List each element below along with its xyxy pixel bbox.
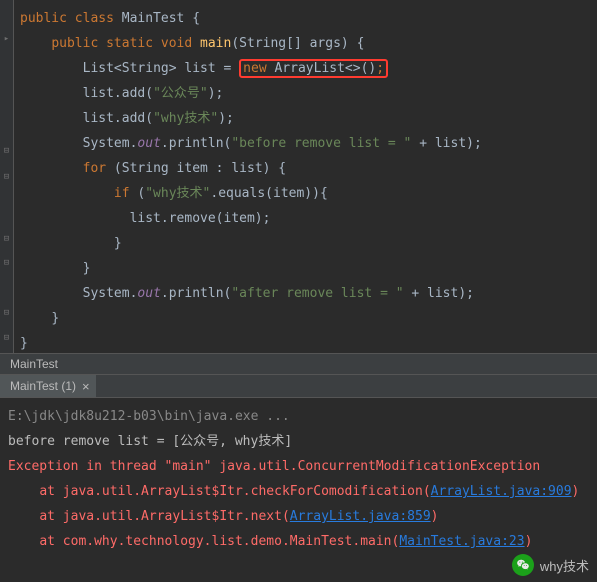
exception-line: Exception in thread "main" java.util.Con… bbox=[8, 459, 540, 474]
field-ref: out bbox=[137, 136, 160, 151]
source-link[interactable]: ArrayList.java:909 bbox=[431, 484, 572, 499]
class-name: MainTest bbox=[122, 11, 185, 26]
watermark-text: why技术 bbox=[540, 556, 589, 575]
fold-end-icon[interactable]: ⊟ bbox=[1, 333, 12, 344]
wechat-icon bbox=[512, 554, 534, 576]
string-literal: "公众号" bbox=[153, 86, 208, 101]
fold-end-icon[interactable]: ⊟ bbox=[1, 258, 12, 269]
fold-end-icon[interactable]: ⊟ bbox=[1, 234, 12, 245]
gutter: ▸ ⊟ ⊟ ⊟ ⊟ ⊟ ⊟ bbox=[0, 0, 14, 353]
source-link[interactable]: ArrayList.java:859 bbox=[290, 509, 431, 524]
run-gutter-icon[interactable]: ▸ bbox=[1, 34, 12, 45]
tab-maintest-1[interactable]: MainTest (1) × bbox=[0, 375, 97, 397]
console-tab-bar: MainTest (1) × bbox=[0, 375, 597, 398]
fold-end-icon[interactable]: ⊟ bbox=[1, 308, 12, 319]
editor-pane: ▸ ⊟ ⊟ ⊟ ⊟ ⊟ ⊟ public class MainTest { pu… bbox=[0, 0, 597, 353]
source-link[interactable]: MainTest.java:23 bbox=[399, 534, 524, 549]
breadcrumb-item[interactable]: MainTest bbox=[10, 357, 58, 371]
string-literal: "why技术" bbox=[153, 111, 218, 126]
code-area[interactable]: public class MainTest { public static vo… bbox=[14, 0, 597, 353]
fold-icon[interactable]: ⊟ bbox=[1, 146, 12, 157]
stack-frame: at com.why.technology.list.demo.MainTest… bbox=[8, 534, 399, 549]
console-output[interactable]: E:\jdk\jdk8u212-b03\bin\java.exe ... bef… bbox=[0, 398, 597, 560]
keyword: public static void bbox=[51, 36, 192, 51]
breadcrumb[interactable]: MainTest bbox=[0, 353, 597, 375]
tab-label: MainTest (1) bbox=[10, 379, 76, 393]
console-line: before remove list = [公众号, why技术] bbox=[8, 434, 292, 449]
console-command: E:\jdk\jdk8u212-b03\bin\java.exe ... bbox=[8, 409, 290, 424]
watermark: why技术 bbox=[512, 554, 589, 576]
keyword: public class bbox=[20, 11, 114, 26]
highlighted-code: new ArrayList<>(); bbox=[239, 59, 388, 78]
stack-frame: at java.util.ArrayList$Itr.next( bbox=[8, 509, 290, 524]
fold-icon[interactable]: ⊟ bbox=[1, 172, 12, 183]
close-icon[interactable]: × bbox=[82, 379, 90, 394]
method-name: main bbox=[200, 36, 231, 51]
stack-frame: at java.util.ArrayList$Itr.checkForComod… bbox=[8, 484, 431, 499]
